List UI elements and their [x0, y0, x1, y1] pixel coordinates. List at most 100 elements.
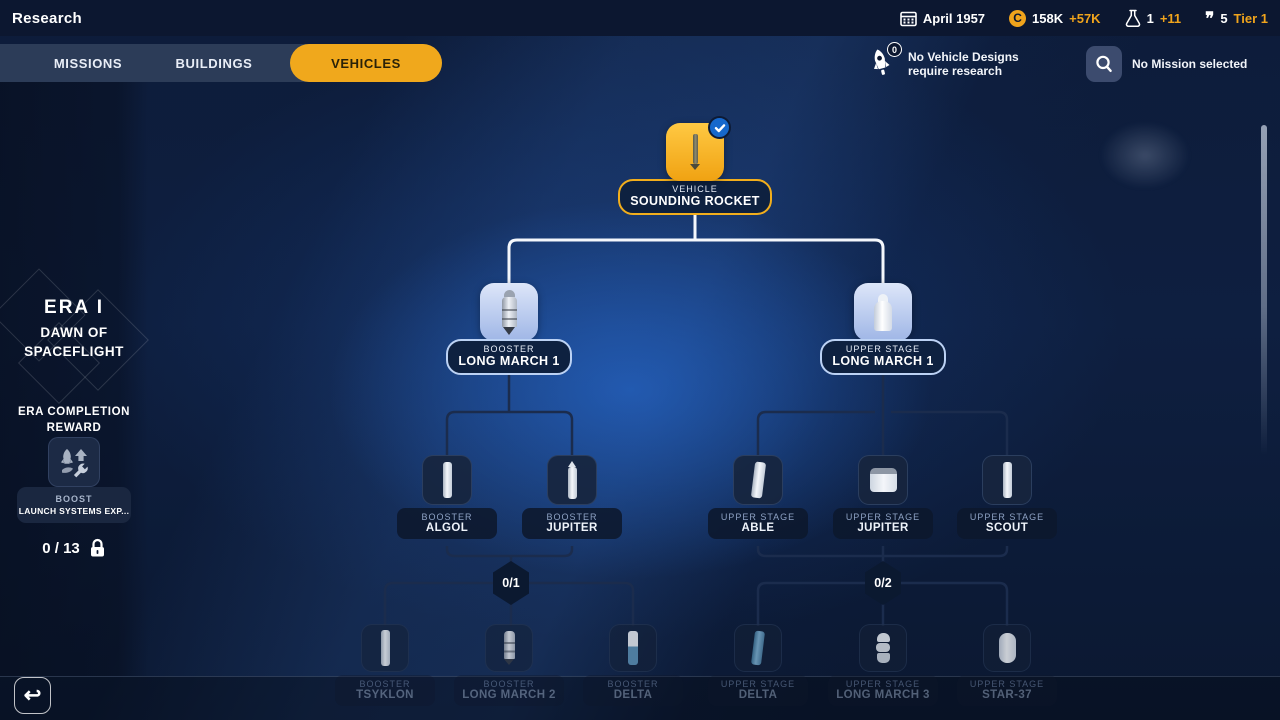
booster-icon [567, 461, 577, 499]
tech-tile [361, 624, 409, 672]
quotes-icon: ❞ [1205, 8, 1215, 28]
tech-node-booster-jupiter[interactable]: BOOSTER JUPITER [520, 455, 624, 539]
era-block: ERA I DAWN OF SPACEFLIGHT [0, 297, 148, 361]
support-stat: ❞ 5 Tier 1 [1205, 10, 1268, 27]
era-title: ERA I [44, 297, 104, 318]
tech-node-booster-delta[interactable]: BOOSTER DELTA [581, 624, 685, 706]
mission-selector-label: No Mission selected [1132, 57, 1248, 71]
tech-label: BOOSTER TSYKLON [335, 675, 435, 706]
tech-tile [982, 455, 1032, 505]
flask-icon [1125, 9, 1140, 27]
tech-tile [485, 624, 533, 672]
upper-stage-icon [874, 293, 892, 331]
tech-label: BOOSTER LONG MARCH 1 [446, 339, 572, 375]
era-reward-heading: ERA COMPLETION REWARD [0, 404, 148, 436]
vehicle-notice-line2: require research [908, 64, 1003, 78]
tech-label: UPPER STAGE LONG MARCH 3 [828, 675, 938, 706]
upper-stage-icon [869, 468, 897, 492]
date-value: April 1957 [922, 10, 986, 26]
upper-stage-icon [998, 633, 1016, 663]
magnifier-button[interactable] [1086, 46, 1122, 82]
science-value: 1 [1146, 10, 1154, 26]
tech-name: STAR-37 [982, 689, 1032, 701]
era-reward-plate: BOOST LAUNCH SYSTEMS EXP... [17, 487, 131, 523]
booster-icon [380, 630, 390, 666]
vertical-scrollbar[interactable] [1261, 125, 1267, 455]
tech-tile [734, 624, 782, 672]
lock-icon [90, 538, 104, 557]
booster-icon [503, 631, 515, 665]
mission-selector[interactable]: No Mission selected [1086, 44, 1247, 84]
background-wisp [1085, 108, 1205, 203]
tech-tile [854, 283, 912, 341]
magnifier-icon [1096, 55, 1112, 72]
tech-name: LONG MARCH 1 [458, 354, 560, 368]
tech-node-booster-algol[interactable]: BOOSTER ALGOL [395, 455, 499, 539]
tab-missions[interactable]: MISSIONS [38, 44, 138, 82]
upper-stage-icon [876, 633, 890, 663]
tab-vehicles-label: VEHICLES [331, 55, 401, 71]
vehicle-design-notice-text: No Vehicle Designs require research [908, 50, 1019, 78]
boost-launch-systems-icon [61, 449, 88, 478]
tech-node-booster-tsyklon[interactable]: BOOSTER TSYKLON [333, 624, 437, 706]
tab-buildings[interactable]: BUILDINGS [164, 44, 264, 82]
tech-name: LONG MARCH 2 [462, 689, 556, 701]
vehicle-design-notice[interactable]: 0 No Vehicle Designs require research [866, 42, 1019, 84]
tech-category: BOOSTER [546, 512, 598, 522]
tech-node-upper-stage-able[interactable]: UPPER STAGE ABLE [706, 455, 810, 539]
calendar-icon [900, 11, 917, 26]
tech-category: UPPER STAGE [720, 679, 796, 689]
tech-label: VEHICLE SOUNDING ROCKET [618, 179, 772, 215]
tab-missions-label: MISSIONS [53, 55, 123, 71]
era-progress: 0 / 13 [0, 538, 148, 558]
tech-node-booster-long-march-2[interactable]: BOOSTER LONG MARCH 2 [454, 624, 564, 706]
date-stat: April 1957 [900, 10, 985, 27]
tech-name: DELTA [738, 689, 778, 701]
tech-category: UPPER STAGE [845, 344, 921, 354]
tech-category: VEHICLE [672, 184, 718, 194]
tech-category: BOOSTER [483, 344, 535, 354]
tech-category: BOOSTER [483, 679, 535, 689]
era-subtitle: DAWN OF SPACEFLIGHT [0, 323, 148, 361]
tech-name: ABLE [741, 522, 775, 534]
funds-stat: C 158K +57K [1009, 9, 1101, 27]
funds-delta: +57K [1069, 10, 1101, 26]
back-button[interactable]: ↩ [14, 677, 51, 714]
tech-tile [547, 455, 597, 505]
tab-vehicles[interactable]: VEHICLES [290, 44, 442, 82]
tech-node-vehicle-sounding-rocket[interactable]: VEHICLE SOUNDING ROCKET [618, 116, 772, 215]
era-sidebar: ERA I DAWN OF SPACEFLIGHT ERA COMPLETION… [0, 82, 149, 676]
tech-node-upper-stage-star-37[interactable]: UPPER STAGE STAR-37 [955, 624, 1059, 706]
funds-value: 158K [1032, 10, 1064, 26]
tech-tile [480, 283, 538, 341]
tech-node-booster-long-march-1[interactable]: BOOSTER LONG MARCH 1 [446, 283, 572, 375]
upper-stage-icon [1002, 462, 1012, 498]
support-value: 5 [1220, 10, 1228, 26]
tech-category: UPPER STAGE [845, 512, 921, 522]
era-reward-tile[interactable] [48, 437, 100, 487]
researched-check-icon [708, 116, 731, 139]
tech-node-upper-stage-delta[interactable]: UPPER STAGE DELTA [706, 624, 810, 706]
tech-tile [422, 455, 472, 505]
tech-name: JUPITER [857, 522, 909, 534]
page-title: Research [12, 9, 82, 27]
tech-name: ALGOL [425, 522, 469, 534]
vehicle-design-count-badge: 0 [887, 42, 902, 57]
tech-node-upper-stage-long-march-1[interactable]: UPPER STAGE LONG MARCH 1 [820, 283, 946, 375]
tech-name: JUPITER [546, 522, 598, 534]
booster-icon [442, 462, 452, 498]
tech-category: UPPER STAGE [720, 512, 796, 522]
era-subtitle-line2: SPACEFLIGHT [24, 344, 124, 359]
era-subtitle-line1: DAWN OF [40, 325, 108, 340]
top-bar: Research April 1957 C 158K +57K 1 +11 ❞ … [0, 0, 1280, 36]
booster-icon [628, 631, 638, 665]
tech-category: UPPER STAGE [969, 679, 1045, 689]
tech-node-upper-stage-scout[interactable]: UPPER STAGE SCOUT [955, 455, 1059, 539]
tech-category: UPPER STAGE [969, 512, 1045, 522]
support-tier: Tier 1 [1233, 10, 1268, 26]
tech-tile [733, 455, 783, 505]
tech-node-upper-stage-long-march-3[interactable]: UPPER STAGE LONG MARCH 3 [828, 624, 938, 706]
tech-node-upper-stage-jupiter[interactable]: UPPER STAGE JUPITER [831, 455, 935, 539]
tech-category: BOOSTER [607, 679, 659, 689]
tech-category: BOOSTER [421, 512, 473, 522]
